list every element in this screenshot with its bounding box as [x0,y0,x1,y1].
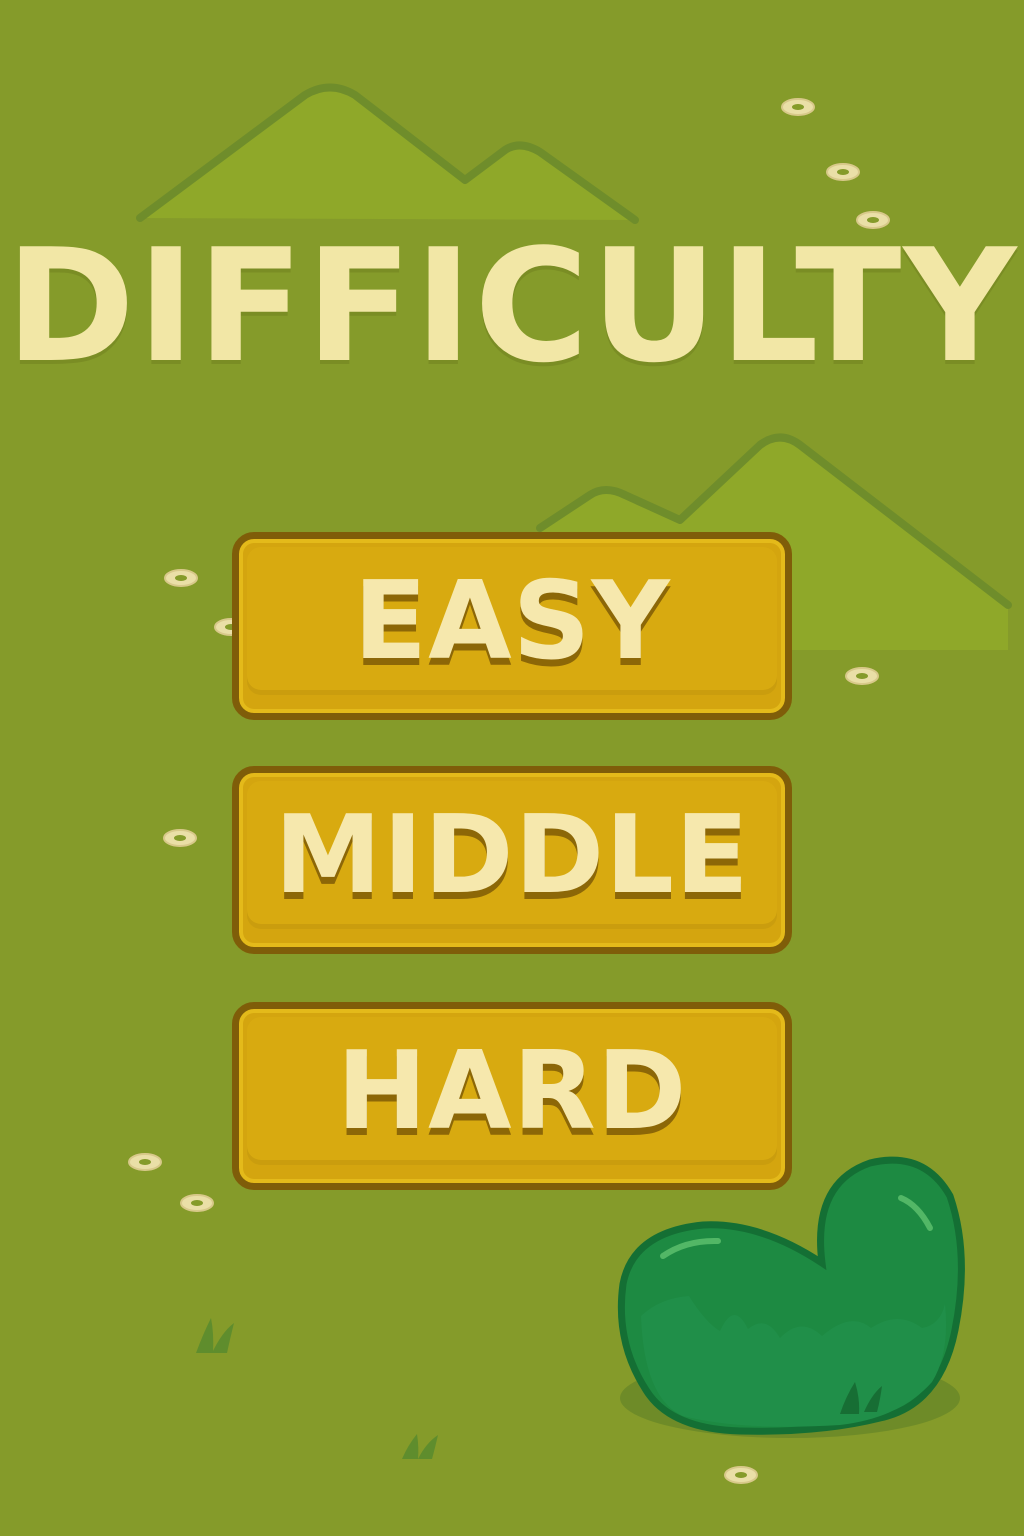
middle-difficulty-button[interactable]: MIDDLE [232,766,792,954]
hard-button-label: HARD [336,1029,688,1154]
middle-button-label: MIDDLE [274,793,750,918]
grass-tufts [196,1318,438,1459]
page-title: DIFFICULTY [5,215,1019,397]
easy-button-label: EASY [353,559,671,684]
easy-difficulty-button[interactable]: EASY [232,532,792,720]
bush-decoration [617,1156,965,1438]
difficulty-screen: DIFFICULTY EASY MIDDLE HARD [0,0,1024,1536]
hard-difficulty-button[interactable]: HARD [232,1002,792,1190]
top-hills [136,83,639,224]
